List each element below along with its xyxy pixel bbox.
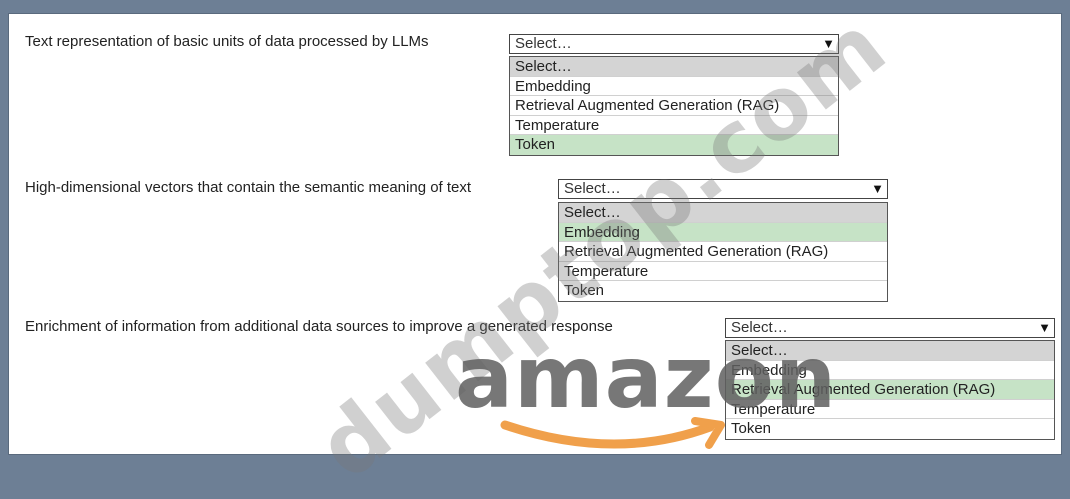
question-2-options: Select… Embedding Retrieval Augmented Ge…	[558, 202, 888, 302]
option-embedding[interactable]: Embedding	[726, 361, 1054, 380]
option-rag[interactable]: Retrieval Augmented Generation (RAG)	[559, 242, 887, 262]
option-rag[interactable]: Retrieval Augmented Generation (RAG)	[726, 380, 1054, 400]
dropdown-arrow-icon[interactable]: ▼	[871, 180, 884, 198]
question-1-select[interactable]: Select… ▼	[509, 34, 839, 54]
option-embedding[interactable]: Embedding	[510, 77, 838, 96]
option-temperature[interactable]: Temperature	[726, 400, 1054, 419]
dropdown-arrow-icon[interactable]: ▼	[1038, 319, 1051, 337]
option-select[interactable]: Select…	[726, 341, 1054, 361]
question-2-prompt: High-dimensional vectors that contain th…	[25, 179, 472, 196]
question-3-select[interactable]: Select… ▼	[725, 318, 1055, 338]
question-1-prompt: Text representation of basic units of da…	[25, 33, 429, 50]
question-1-options: Select… Embedding Retrieval Augmented Ge…	[509, 56, 839, 156]
question-2-select-value: Select…	[564, 180, 621, 197]
question-3-options: Select… Embedding Retrieval Augmented Ge…	[725, 340, 1055, 440]
option-token[interactable]: Token	[510, 135, 838, 155]
option-embedding[interactable]: Embedding	[559, 222, 887, 242]
question-3-prompt: Enrichment of information from additiona…	[25, 318, 613, 335]
option-temperature[interactable]: Temperature	[559, 262, 887, 281]
question-panel: Text representation of basic units of da…	[8, 13, 1062, 455]
dropdown-arrow-icon[interactable]: ▼	[822, 35, 835, 53]
option-select[interactable]: Select…	[559, 203, 887, 223]
option-rag[interactable]: Retrieval Augmented Generation (RAG)	[510, 96, 838, 116]
option-temperature[interactable]: Temperature	[510, 116, 838, 135]
question-2-select[interactable]: Select… ▼	[558, 179, 888, 199]
option-token[interactable]: Token	[726, 419, 1054, 439]
option-token[interactable]: Token	[559, 281, 887, 301]
question-3-select-value: Select…	[731, 319, 788, 336]
option-select[interactable]: Select…	[510, 57, 838, 77]
question-1-select-value: Select…	[515, 35, 572, 52]
